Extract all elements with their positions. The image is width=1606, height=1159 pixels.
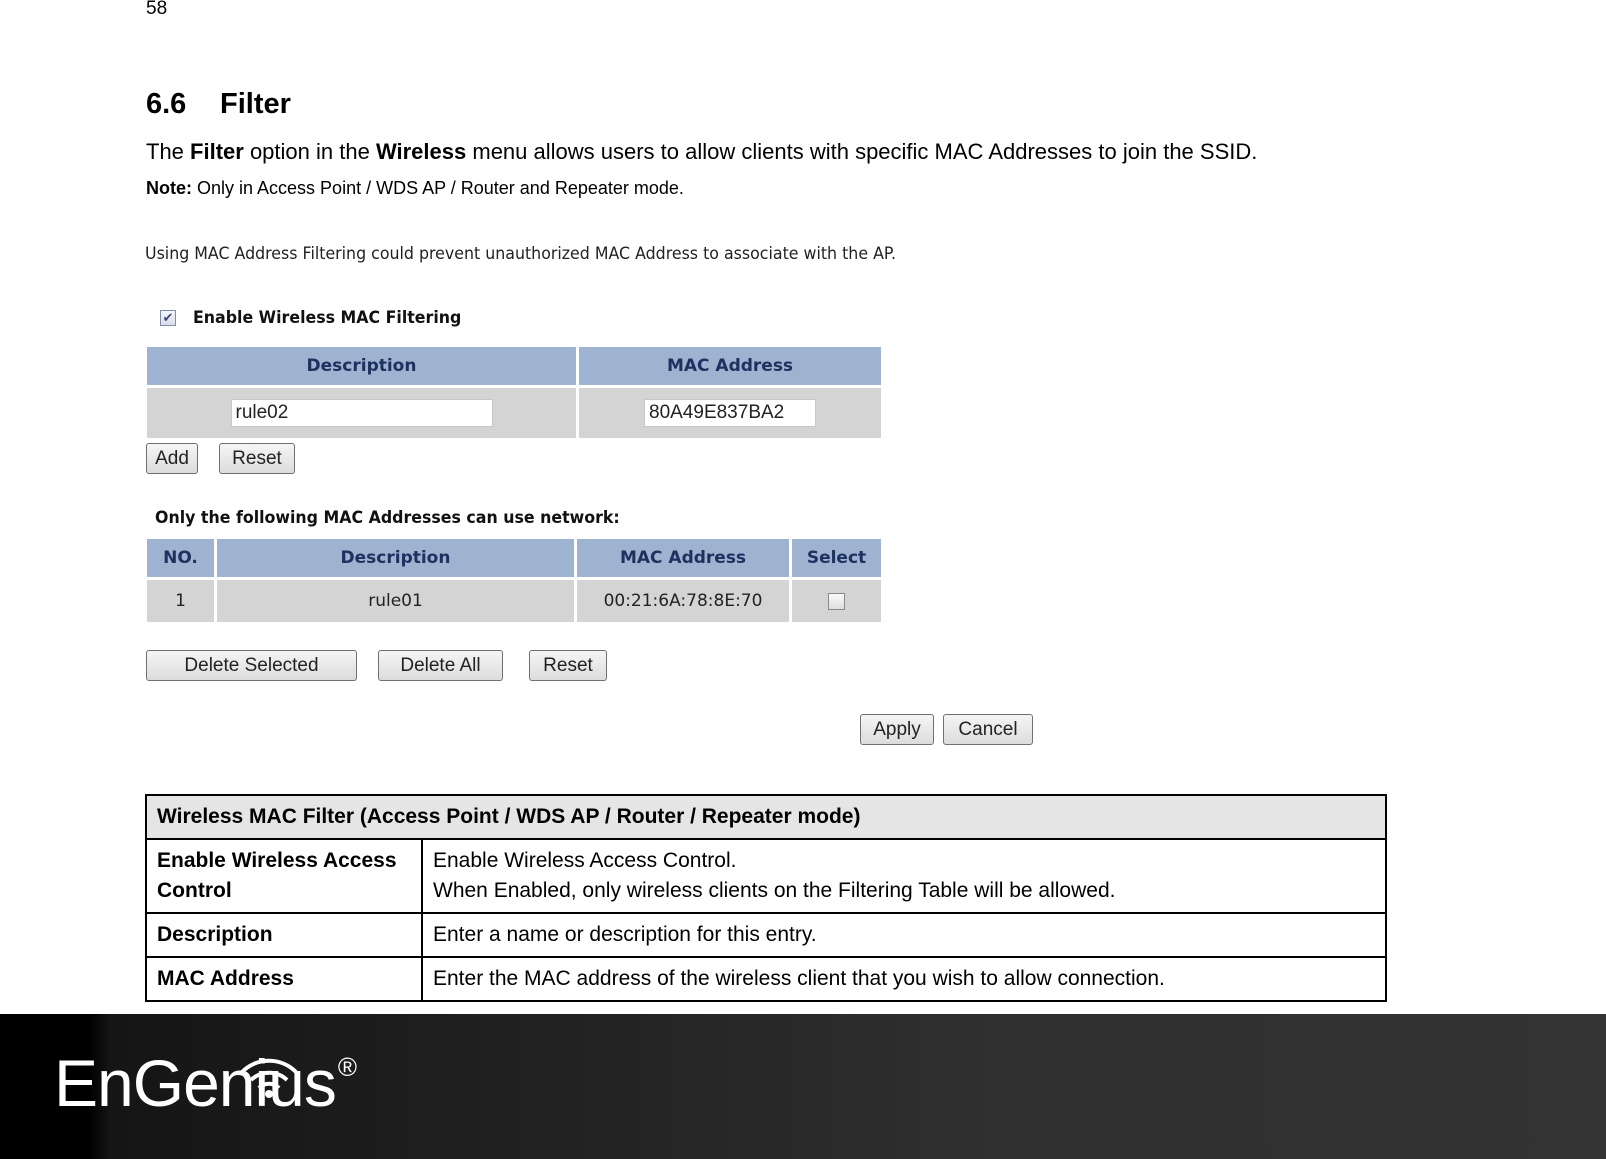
- apply-button[interactable]: Apply: [860, 714, 934, 745]
- row-mac-address: 00:21:6A:78:8E:70: [577, 580, 789, 622]
- wifi-icon: [240, 1058, 298, 1098]
- table-row: Enable Wireless Access Control Enable Wi…: [145, 838, 1387, 914]
- add-button[interactable]: Add: [146, 443, 198, 474]
- row-description: rule01: [217, 580, 574, 622]
- brand-logo: EnGenius®: [54, 1050, 357, 1116]
- cancel-button[interactable]: Cancel: [943, 714, 1033, 745]
- column-header-description: Description: [147, 347, 576, 385]
- parameter-description-table: Wireless MAC Filter (Access Point / WDS …: [145, 794, 1387, 1002]
- description-cell: [147, 388, 576, 438]
- table-row: Description Enter a name or description …: [145, 912, 1387, 958]
- param-description-line: Enable Wireless Access Control.: [433, 849, 737, 872]
- intro-bold-wireless: Wireless: [375, 139, 467, 164]
- intro-text: The: [146, 139, 191, 164]
- table-row: MAC Address Enter the MAC address of the…: [145, 956, 1387, 1002]
- row-select-cell: [792, 580, 881, 622]
- delete-all-button[interactable]: Delete All: [378, 650, 503, 681]
- param-description: Enter the MAC address of the wireless cl…: [421, 956, 1387, 1002]
- delete-selected-button[interactable]: Delete Selected: [146, 650, 357, 681]
- section-number: 6.6: [146, 88, 187, 120]
- registered-mark: ®: [337, 1052, 357, 1082]
- description-input[interactable]: [230, 399, 493, 427]
- param-description: Enable Wireless Access Control. When Ena…: [421, 838, 1387, 914]
- param-name: Description: [145, 912, 423, 958]
- row-number: 1: [147, 580, 214, 622]
- intro-text: menu allows users to allow clients with …: [466, 139, 1258, 164]
- mac-entry-table: Description MAC Address: [144, 344, 884, 441]
- column-header-mac-address: MAC Address: [579, 347, 881, 385]
- reset-entry-button[interactable]: Reset: [219, 443, 295, 474]
- intro-paragraph: The Filter option in the Wireless menu a…: [146, 139, 1257, 165]
- column-header-no: NO.: [147, 539, 214, 577]
- section-title: 6.6 Filter: [146, 88, 291, 121]
- intro-bold-filter: Filter: [190, 139, 244, 164]
- note: Note: Only in Access Point / WDS AP / Ro…: [146, 178, 684, 199]
- enable-mac-filtering-row[interactable]: ✔ Enable Wireless MAC Filtering: [160, 308, 482, 328]
- mac-address-cell: [579, 388, 881, 438]
- param-description: Enter a name or description for this ent…: [421, 912, 1387, 958]
- desc-table-title: Wireless MAC Filter (Access Point / WDS …: [145, 794, 1387, 840]
- column-header-select: Select: [792, 539, 881, 577]
- allowed-list-label: Only the following MAC Addresses can use…: [155, 508, 620, 528]
- table-row: 1 rule01 00:21:6A:78:8E:70: [147, 580, 881, 622]
- row-select-checkbox[interactable]: [828, 592, 845, 610]
- intro-text: option in the: [243, 139, 376, 164]
- reset-list-button[interactable]: Reset: [529, 650, 607, 681]
- enable-mac-filtering-label: Enable Wireless MAC Filtering: [193, 308, 462, 328]
- enable-mac-filtering-checkbox[interactable]: ✔: [160, 310, 176, 326]
- param-name: Enable Wireless Access Control: [145, 838, 423, 914]
- section-name: Filter: [220, 88, 291, 120]
- filter-warning-message: Using MAC Address Filtering could preven…: [145, 244, 896, 264]
- column-header-description: Description: [217, 539, 574, 577]
- note-label: Note:: [146, 178, 192, 198]
- note-text: Only in Access Point / WDS AP / Router a…: [192, 178, 684, 198]
- page-number: 58: [146, 0, 168, 19]
- mac-address-input[interactable]: [644, 399, 816, 427]
- column-header-mac-address: MAC Address: [577, 539, 789, 577]
- param-description-line: When Enabled, only wireless clients on t…: [433, 879, 1116, 902]
- param-name: MAC Address: [145, 956, 423, 1002]
- allowed-mac-table: NO. Description MAC Address Select 1 rul…: [144, 536, 884, 625]
